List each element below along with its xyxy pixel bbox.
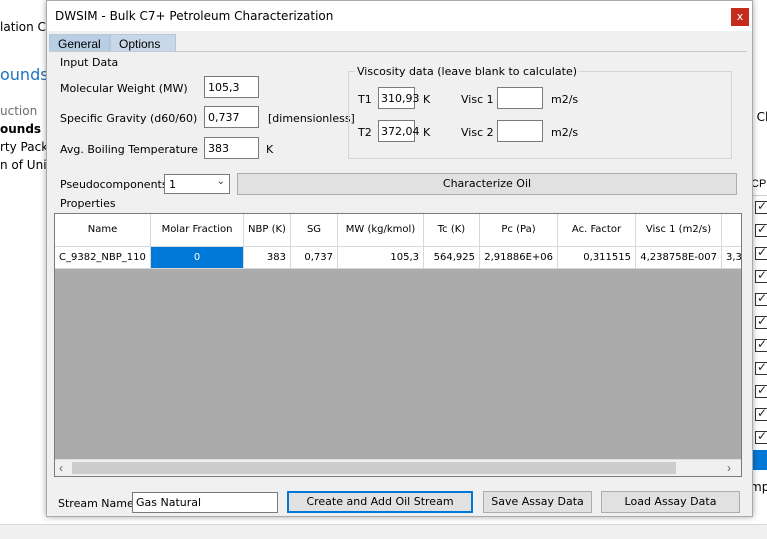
characterize-oil-button[interactable]: Characterize Oil (237, 173, 737, 195)
visc1-label: Visc 1 (461, 93, 494, 106)
tab-divider (49, 51, 747, 52)
column-header[interactable]: NBP (K) (244, 214, 291, 247)
cell-name[interactable]: C_9382_NBP_110 (55, 247, 151, 269)
checkbox[interactable] (755, 337, 767, 352)
t1-unit: K (423, 93, 431, 106)
column-header[interactable]: MW (kg/kmol) (338, 214, 424, 247)
horizontal-scrollbar[interactable]: ‹ › (55, 459, 741, 476)
visc2-label: Visc 2 (461, 126, 494, 139)
visc2-unit: m2/s (551, 126, 579, 139)
specific-gravity-input[interactable]: 0,737 (204, 106, 259, 128)
t1-input[interactable]: 310,93 (378, 87, 420, 109)
t2-label: T2 (358, 126, 372, 139)
checkbox[interactable] (755, 383, 767, 398)
checkbox[interactable] (755, 406, 767, 421)
checkbox[interactable] (755, 199, 767, 214)
boiling-temp-unit: K (266, 143, 274, 156)
checkbox[interactable] (755, 314, 767, 329)
cell-molar-fraction[interactable]: 0 (151, 247, 244, 269)
properties-grid[interactable]: Name Molar Fraction NBP (K) SG MW (kg/km… (54, 213, 742, 477)
load-assay-button[interactable]: Load Assay Data (601, 491, 740, 513)
column-header[interactable]: Ac. Factor (558, 214, 636, 247)
t2-unit: K (423, 126, 431, 139)
properties-group-label: Properties (60, 197, 116, 210)
background-status-bar (0, 524, 767, 539)
close-icon: x (736, 10, 744, 23)
background-nav-item[interactable]: uction (0, 104, 37, 118)
column-header[interactable]: SG (291, 214, 338, 247)
specific-gravity-label: Specific Gravity (d60/60) (60, 112, 198, 125)
column-header[interactable]: Pc (Pa) (480, 214, 558, 247)
cell-mw[interactable]: 105,3 (338, 247, 424, 269)
cell-acentric-factor[interactable]: 0,311515 (558, 247, 636, 269)
background-nav-item[interactable]: ounds (0, 122, 41, 136)
cell-nbp[interactable]: 383 (244, 247, 291, 269)
create-oil-stream-button[interactable]: Create and Add Oil Stream (287, 491, 473, 513)
checkbox[interactable] (755, 268, 767, 283)
petroleum-characterization-dialog: DWSIM - Bulk C7+ Petroleum Characterizat… (46, 0, 753, 517)
pseudocomponents-select[interactable]: 1 ⌄ (164, 174, 230, 194)
visc2-input[interactable] (497, 120, 543, 142)
chevron-down-icon: ⌄ (216, 176, 225, 187)
dialog-title: DWSIM - Bulk C7+ Petroleum Characterizat… (55, 9, 334, 23)
selected-row-marker (751, 450, 767, 470)
pseudocomponents-value: 1 (169, 178, 176, 191)
checkbox[interactable] (755, 429, 767, 444)
viscosity-group-label: Viscosity data (leave blank to calculate… (355, 65, 580, 78)
cell-pc[interactable]: 2,91886E+06 (480, 247, 558, 269)
stream-name-input[interactable]: Gas Natural (132, 492, 278, 513)
column-header[interactable] (722, 214, 741, 247)
column-header[interactable]: Molar Fraction (151, 214, 244, 247)
dialog-titlebar[interactable]: DWSIM - Bulk C7+ Petroleum Characterizat… (47, 1, 752, 31)
cell-tc[interactable]: 564,925 (424, 247, 480, 269)
cell-sg[interactable]: 0,737 (291, 247, 338, 269)
tab-general[interactable]: General (49, 34, 110, 52)
cell-visc2[interactable]: 3,3 (722, 247, 741, 269)
molecular-weight-label: Molecular Weight (MW) (60, 82, 188, 95)
viscosity-group-frame (348, 71, 732, 159)
scroll-right-icon[interactable]: › (727, 461, 731, 475)
scrollbar-thumb[interactable] (72, 462, 676, 474)
t1-label: T1 (358, 93, 372, 106)
close-button[interactable]: x (731, 8, 749, 26)
t2-input[interactable]: 372,04 (378, 120, 420, 142)
input-data-group-label: Input Data (60, 56, 119, 69)
background-heading: ounds (0, 65, 49, 84)
visc1-input[interactable] (497, 87, 543, 109)
specific-gravity-unit: [dimensionless] (268, 112, 355, 125)
stream-name-label: Stream Name (58, 497, 134, 510)
boiling-temp-label: Avg. Boiling Temperature (60, 143, 198, 156)
checkbox[interactable] (755, 291, 767, 306)
pseudocomponents-label: Pseudocomponents (60, 178, 168, 191)
scroll-left-icon[interactable]: ‹ (59, 461, 63, 475)
checkbox[interactable] (755, 245, 767, 260)
checkbox[interactable] (755, 360, 767, 375)
column-header[interactable]: Tc (K) (424, 214, 480, 247)
boiling-temp-input[interactable]: 383 (204, 137, 259, 159)
molecular-weight-input[interactable]: 105,3 (204, 76, 259, 98)
column-header[interactable]: Name (55, 214, 151, 247)
tab-options[interactable]: Options (110, 34, 176, 52)
save-assay-button[interactable]: Save Assay Data (483, 491, 592, 513)
visc1-unit: m2/s (551, 93, 579, 106)
checkbox[interactable] (755, 222, 767, 237)
cell-visc1[interactable]: 4,238758E-007 (636, 247, 722, 269)
column-header[interactable]: Visc 1 (m2/s) (636, 214, 722, 247)
